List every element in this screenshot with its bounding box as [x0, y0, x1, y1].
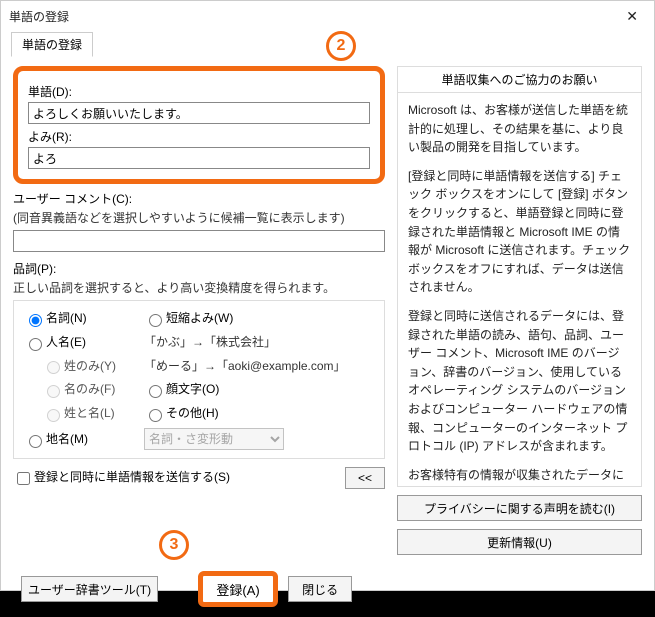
comment-hint: (同音異義語などを選択しやすいように候補一覧に表示します) [13, 209, 385, 226]
window-title: 単語の登録 [9, 8, 618, 25]
tango-input[interactable] [28, 102, 370, 124]
radio-sonota[interactable]: その他(H) [144, 404, 344, 422]
pos-hint: 正しい品詞を選択すると、より高い変換精度を得られます。 [13, 279, 385, 296]
close-icon[interactable]: ✕ [618, 8, 646, 25]
dict-tool-button[interactable]: ユーザー辞書ツール(T) [21, 576, 158, 602]
toggle-button[interactable]: << [345, 467, 385, 489]
yomi-label: よみ(R): [28, 128, 370, 145]
update-button[interactable]: 更新情報(U) [397, 529, 642, 555]
close-button[interactable]: 閉じる [288, 576, 352, 602]
pos-combo[interactable]: 名詞・さ変形動 [144, 428, 284, 450]
word-reading-highlight: 単語(D): よみ(R): [13, 66, 385, 184]
register-button[interactable]: 登録(A) [198, 571, 278, 607]
privacy-button[interactable]: プライバシーに関する声明を読む(I) [397, 495, 642, 521]
radio-meishi[interactable]: 名詞(N) [24, 309, 144, 327]
yomi-input[interactable] [28, 147, 370, 169]
radio-jinmei[interactable]: 人名(E) [24, 333, 144, 351]
annotation-badge-2: 2 [326, 31, 356, 61]
radio-sei[interactable]: 姓のみ(Y) [42, 359, 116, 373]
radio-tanshuku[interactable]: 短縮よみ(W) [144, 309, 344, 327]
send-checkbox[interactable]: 登録と同時に単語情報を送信する(S) [13, 468, 230, 487]
side-body: Microsoft は、お客様が送信した単語を統計的に処理し、その結果を基に、よ… [397, 92, 642, 487]
tab-register-word[interactable]: 単語の登録 [11, 32, 93, 57]
pos-label: 品詞(P): [13, 260, 385, 277]
radio-chimei[interactable]: 地名(M) [24, 430, 144, 448]
comment-label: ユーザー コメント(C): [13, 190, 385, 207]
tango-label: 単語(D): [28, 83, 370, 100]
radio-seimei[interactable]: 姓と名(L) [42, 406, 115, 420]
radio-mei[interactable]: 名のみ(F) [42, 382, 115, 396]
radio-kaomoji[interactable]: 顔文字(O) [144, 380, 344, 398]
example-kabu: 「かぶ」→「株式会社」 [144, 333, 344, 350]
comment-input[interactable] [13, 230, 385, 252]
annotation-badge-3: 3 [159, 530, 189, 560]
side-title: 単語収集へのご協力のお願い [397, 66, 642, 92]
example-mail: 「めーる」→「aoki@example.com」 [144, 357, 344, 374]
